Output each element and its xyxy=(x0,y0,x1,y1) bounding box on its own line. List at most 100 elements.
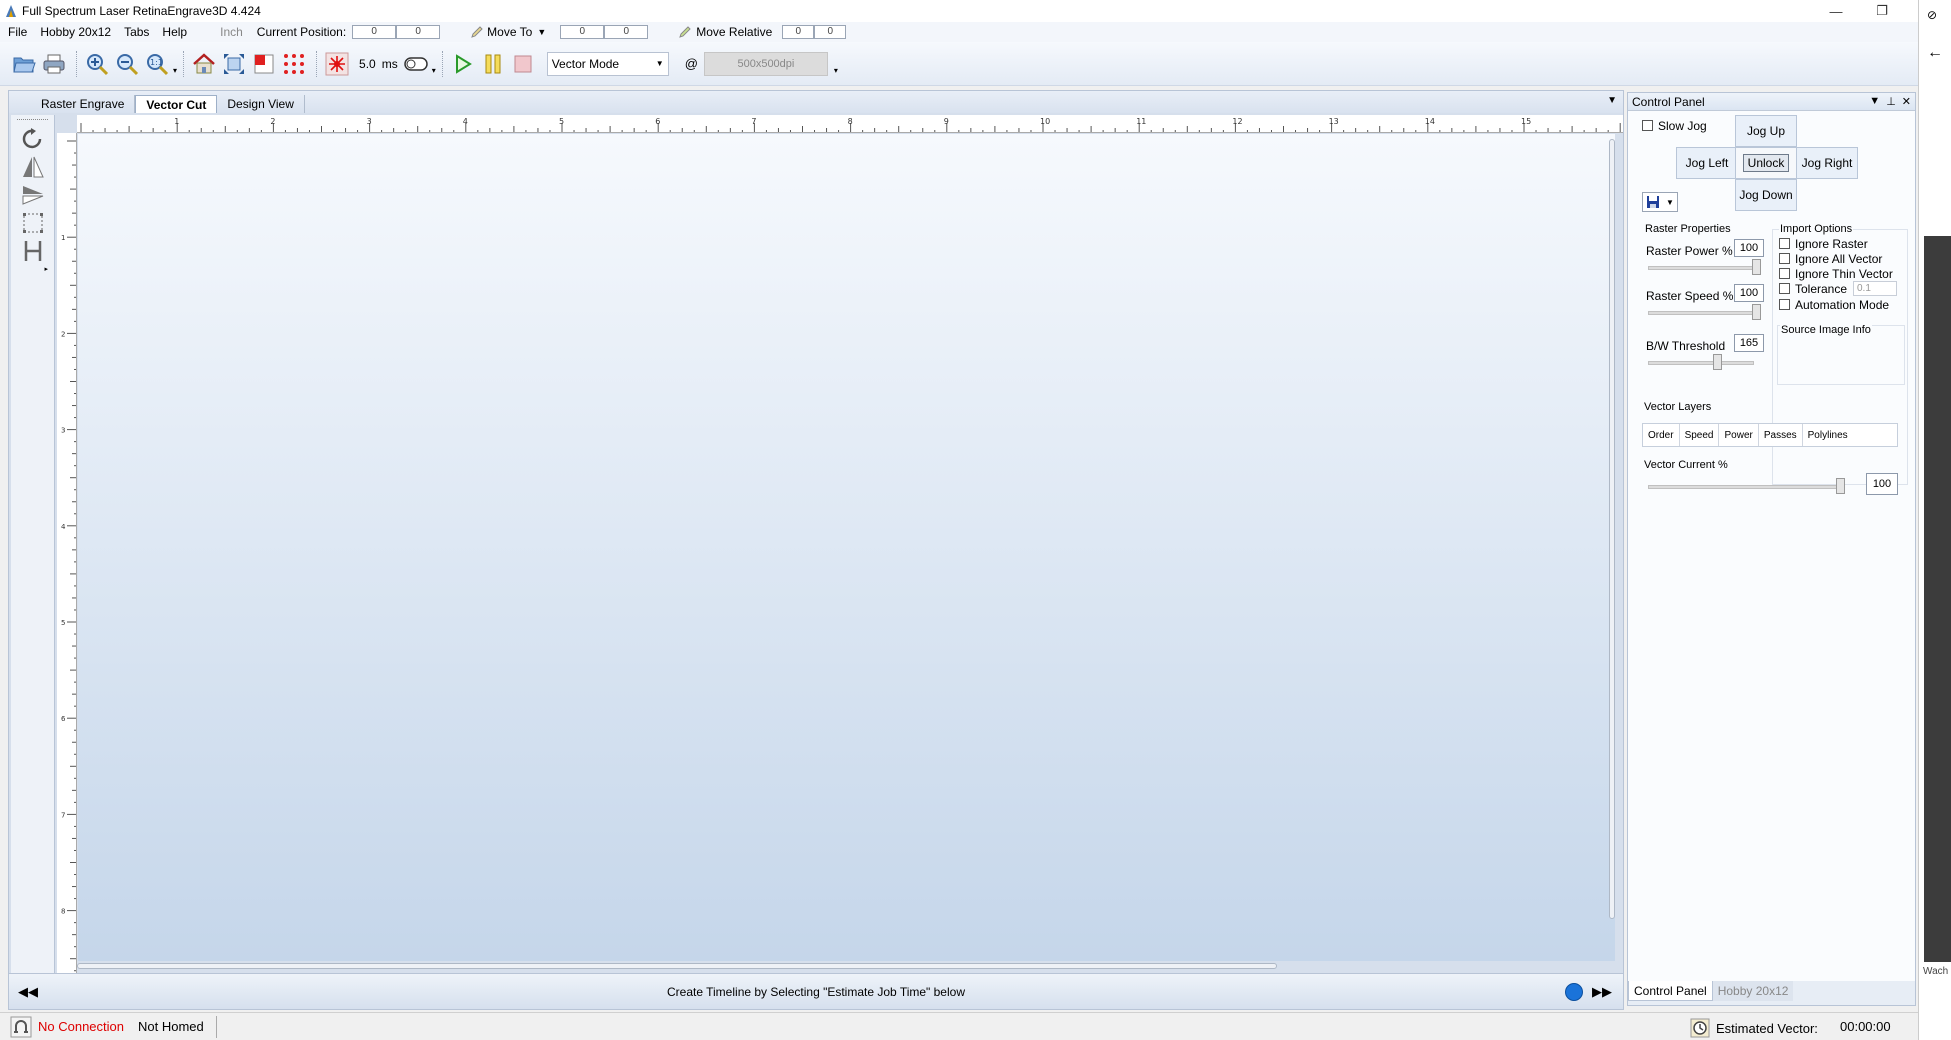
automation-mode-checkbox[interactable] xyxy=(1779,299,1790,310)
connection-icon[interactable] xyxy=(10,1016,32,1038)
laser-fire-button[interactable] xyxy=(323,50,351,78)
bw-threshold-slider-thumb[interactable] xyxy=(1713,354,1722,370)
toolbar-overflow-icon[interactable]: ▾ xyxy=(173,66,177,75)
rotate-tool[interactable] xyxy=(16,125,50,153)
ruler-label: 1 xyxy=(174,117,179,126)
mirror-horizontal-tool[interactable] xyxy=(16,153,50,181)
estimated-vector-label: Estimated Vector: xyxy=(1716,1020,1818,1036)
ignore-thin-vector-checkbox[interactable] xyxy=(1779,268,1790,279)
panel-menu-icon[interactable]: ▼ xyxy=(1869,95,1880,108)
vector-current-slider-track[interactable] xyxy=(1648,485,1838,489)
select-box-tool[interactable] xyxy=(16,209,50,237)
horizontal-scrollbar[interactable] xyxy=(77,961,1607,971)
tolerance-input[interactable]: 0.1 xyxy=(1853,281,1897,296)
move-to-y-input[interactable]: 0 xyxy=(604,25,649,39)
vertical-scrollbar[interactable] xyxy=(1607,139,1617,919)
vertical-scroll-thumb[interactable] xyxy=(1609,139,1615,919)
print-button[interactable] xyxy=(40,50,68,78)
unlock-button[interactable]: Unlock xyxy=(1742,154,1790,172)
timeline-position-indicator[interactable] xyxy=(1565,982,1583,1001)
raster-speed-input[interactable]: 100 xyxy=(1734,284,1764,302)
red-box-button[interactable] xyxy=(250,50,278,78)
save-dropdown-button[interactable]: ▼ xyxy=(1642,192,1678,212)
vector-layers-column-polylines[interactable]: Polylines xyxy=(1803,424,1853,446)
panel-close-icon[interactable]: ✕ xyxy=(1902,95,1911,108)
move-to-button[interactable]: Move To ▼ xyxy=(470,25,546,39)
vector-layers-column-passes[interactable]: Passes xyxy=(1759,424,1803,446)
raster-speed-slider-track[interactable] xyxy=(1648,311,1754,315)
zoom-in-button[interactable] xyxy=(83,50,111,78)
jog-left-button[interactable]: Jog Left xyxy=(1676,147,1738,179)
dot-grid-button[interactable] xyxy=(280,50,308,78)
move-relative-button[interactable]: Move Relative xyxy=(678,25,772,39)
jog-right-button[interactable]: Jog Right xyxy=(1796,147,1858,179)
tolerance-option[interactable]: Tolerance xyxy=(1779,282,1847,296)
stop-job-button[interactable] xyxy=(509,50,537,78)
tab-control-panel[interactable]: Control Panel xyxy=(1628,981,1713,1001)
move-relative-y-input[interactable]: 0 xyxy=(814,25,847,39)
back-arrow-icon[interactable]: ← xyxy=(1927,44,1943,62)
height-tool[interactable] xyxy=(16,237,50,265)
slow-jog-option[interactable]: Slow Jog xyxy=(1642,119,1707,133)
ignore-all-vector-checkbox[interactable] xyxy=(1779,253,1790,264)
run-job-button[interactable] xyxy=(449,50,477,78)
ignore-all-vector-option[interactable]: Ignore All Vector xyxy=(1779,252,1882,266)
jog-up-button[interactable]: Jog Up xyxy=(1735,115,1797,147)
tab-raster-engrave[interactable]: Raster Engrave xyxy=(31,95,136,113)
open-file-button[interactable] xyxy=(10,50,38,78)
ignore-raster-checkbox[interactable] xyxy=(1779,238,1790,249)
palette-overflow-icon[interactable]: ▸ xyxy=(11,265,48,273)
tolerance-checkbox[interactable] xyxy=(1779,283,1790,294)
bw-threshold-input[interactable]: 165 xyxy=(1734,334,1764,352)
mirror-vertical-tool[interactable] xyxy=(16,181,50,209)
minimize-button[interactable]: — xyxy=(1813,0,1859,22)
toolbar-overflow-icon[interactable]: ▾ xyxy=(432,66,436,75)
zoom-actual-button[interactable]: 1:1 xyxy=(143,50,171,78)
menu-tabs[interactable]: Tabs xyxy=(124,25,158,39)
raster-power-slider-thumb[interactable] xyxy=(1752,259,1761,275)
fast-forward-button[interactable]: ▶▶ xyxy=(1589,981,1615,1003)
raster-power-slider-track[interactable] xyxy=(1648,266,1754,270)
tab-design-view[interactable]: Design View xyxy=(217,95,305,113)
pause-job-button[interactable] xyxy=(479,50,507,78)
raster-speed-slider-thumb[interactable] xyxy=(1752,304,1761,320)
pulse-duration-value[interactable]: 5.0 xyxy=(359,57,376,71)
menu-file[interactable]: File xyxy=(8,25,36,39)
pulse-toggle-button[interactable] xyxy=(402,50,430,78)
restore-button[interactable]: ❐ xyxy=(1859,0,1905,22)
ignore-raster-option[interactable]: Ignore Raster xyxy=(1779,237,1868,251)
mode-select[interactable]: Vector Mode ▼ xyxy=(546,51,669,76)
stop-icon xyxy=(514,55,532,72)
move-to-x-input[interactable]: 0 xyxy=(560,25,605,39)
move-relative-x-input[interactable]: 0 xyxy=(782,25,815,39)
raster-properties-title: Raster Properties xyxy=(1645,223,1731,235)
bw-threshold-label: B/W Threshold xyxy=(1646,339,1726,353)
slow-jog-checkbox[interactable] xyxy=(1642,120,1653,131)
zoom-out-button[interactable] xyxy=(113,50,141,78)
vector-current-input[interactable]: 100 xyxy=(1866,473,1898,495)
tab-vector-cut[interactable]: Vector Cut xyxy=(135,95,218,113)
automation-mode-option[interactable]: Automation Mode xyxy=(1779,298,1889,312)
vector-current-slider-thumb[interactable] xyxy=(1836,478,1845,494)
vector-layers-column-power[interactable]: Power xyxy=(1719,424,1759,446)
jog-down-button[interactable]: Jog Down xyxy=(1735,179,1797,211)
chevron-down-icon: ▼ xyxy=(537,27,547,37)
design-canvas[interactable] xyxy=(78,134,1615,961)
fit-to-frame-button[interactable] xyxy=(220,50,248,78)
rewind-button[interactable]: ◀◀ xyxy=(15,981,41,1003)
pin-icon[interactable]: ⊥ xyxy=(1886,95,1896,108)
raster-power-input[interactable]: 100 xyxy=(1734,239,1764,257)
horizontal-scroll-thumb[interactable] xyxy=(77,963,1277,969)
menu-hobby[interactable]: Hobby 20x12 xyxy=(40,25,120,39)
bw-threshold-slider-track[interactable] xyxy=(1648,361,1754,365)
ruler-label: 5 xyxy=(61,619,65,627)
vector-layers-column-order[interactable]: Order xyxy=(1643,424,1680,446)
dpi-field[interactable]: 500x500dpi xyxy=(703,51,828,76)
home-button[interactable] xyxy=(190,50,218,78)
tab-list-icon[interactable]: ▼ xyxy=(1607,95,1617,106)
menu-help[interactable]: Help xyxy=(162,25,196,39)
vector-layers-column-speed[interactable]: Speed xyxy=(1680,424,1720,446)
tab-hobby-20x12[interactable]: Hobby 20x12 xyxy=(1712,981,1794,1001)
toolbar-overflow-icon[interactable]: ▾ xyxy=(834,66,838,75)
ignore-thin-vector-option[interactable]: Ignore Thin Vector xyxy=(1779,267,1893,281)
